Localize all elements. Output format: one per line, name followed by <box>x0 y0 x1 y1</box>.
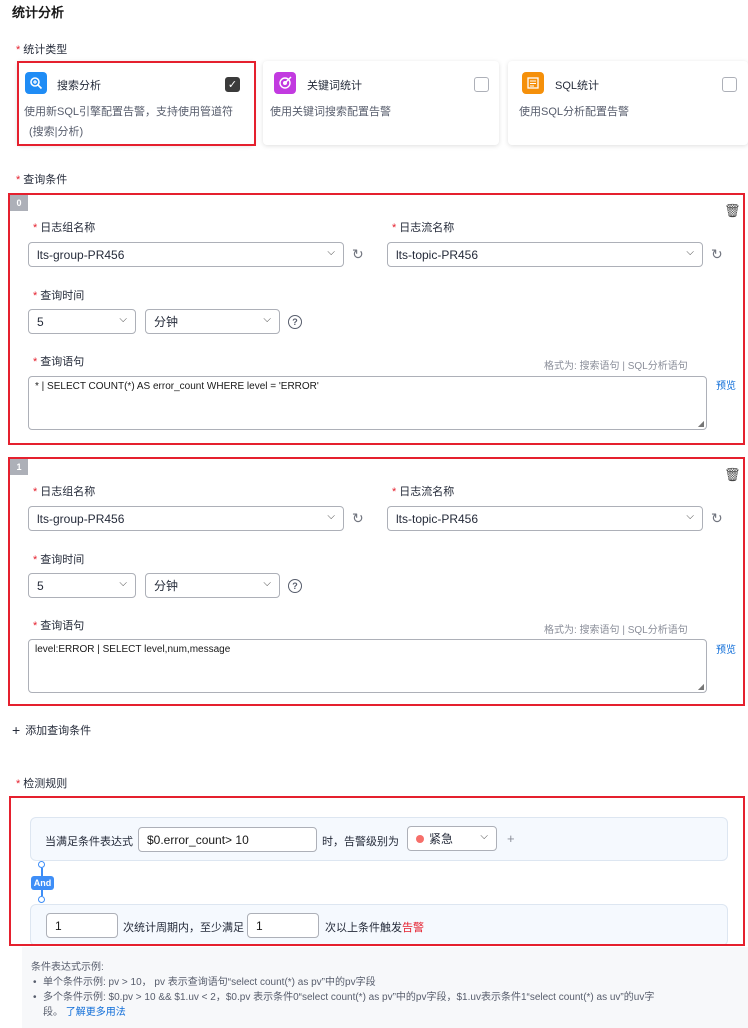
help-icon[interactable]: ? <box>288 579 302 593</box>
query-conditions-label: * 查询条件 <box>16 174 68 186</box>
card-title: SQL统计 <box>555 80 600 92</box>
log-stream-select[interactable]: lts-topic-PR456 ⌵ <box>387 506 703 531</box>
chevron-down-icon: ⌵ <box>327 511 335 522</box>
log-stream-label: * 日志流名称 <box>392 222 455 234</box>
refresh-icon[interactable]: ↻ <box>711 246 723 263</box>
examples-note: 条件表达式示例: 单个条件示例: pv > 10， pv 表示查询语句“sele… <box>31 960 731 1020</box>
chevron-down-icon: ⌵ <box>686 511 694 522</box>
log-stream-label: * 日志流名称 <box>392 486 455 498</box>
chevron-down-icon: ⌵ <box>263 314 271 325</box>
trash-icon[interactable]: 🗑 <box>724 203 741 219</box>
query-time-label: * 查询时间 <box>33 554 85 566</box>
plus-icon: + <box>12 722 21 738</box>
stat-card-keyword[interactable]: 关键词统计 使用关键词搜索配置告警 <box>263 61 499 145</box>
resize-grip-icon: ◢ <box>697 419 704 428</box>
resize-grip-icon: ◢ <box>697 682 704 691</box>
learn-more-link[interactable]: 了解更多用法 <box>66 1007 126 1018</box>
card-desc: 使用关键词搜索配置告警 <box>270 106 391 118</box>
log-group-select[interactable]: lts-group-PR456 ⌵ <box>28 242 344 267</box>
card-desc: 使用SQL分析配置告警 <box>519 106 630 118</box>
stat-card-sql[interactable]: SQL统计 使用SQL分析配置告警 <box>508 61 748 145</box>
highlight-box <box>17 61 256 146</box>
refresh-icon[interactable]: ↻ <box>711 510 723 527</box>
detection-rules-label: * 检测规则 <box>16 778 68 790</box>
chevron-down-icon: ⌵ <box>686 247 694 258</box>
query-statement-textarea[interactable]: level:ERROR | SELECT level,num,message ◢ <box>28 639 707 693</box>
log-stream-select[interactable]: lts-topic-PR456 ⌵ <box>387 242 703 267</box>
checkbox-unchecked-icon[interactable] <box>474 77 489 92</box>
chevron-down-icon: ⌵ <box>263 578 271 589</box>
query-time-value-select[interactable]: 5 ⌵ <box>28 573 136 598</box>
checkbox-unchecked-icon[interactable] <box>722 77 737 92</box>
query-time-unit-select[interactable]: 分钟 ⌵ <box>145 573 280 598</box>
query-statement-textarea[interactable]: * | SELECT COUNT(*) AS error_count WHERE… <box>28 376 707 430</box>
chevron-down-icon: ⌵ <box>327 247 335 258</box>
query-time-value-select[interactable]: 5 ⌵ <box>28 309 136 334</box>
query-time-label: * 查询时间 <box>33 290 85 302</box>
keyword-target-icon <box>274 72 296 94</box>
query-statement-label: * 查询语句 <box>33 620 85 632</box>
add-query-condition-button[interactable]: + 添加查询条件 <box>12 722 91 738</box>
stat-type-label: * 统计类型 <box>16 44 68 56</box>
help-icon[interactable]: ? <box>288 315 302 329</box>
multi-condition-example: 多个条件示例: $0.pv > 10 && $1.uv < 2，$0.pv 表示… <box>31 990 731 1020</box>
log-group-select[interactable]: lts-group-PR456 ⌵ <box>28 506 344 531</box>
chevron-down-icon: ⌵ <box>119 314 127 325</box>
sql-icon <box>522 72 544 94</box>
preview-link[interactable]: 预览 <box>716 641 736 656</box>
single-condition-example: 单个条件示例: pv > 10， pv 表示查询语句“select count(… <box>31 975 731 990</box>
preview-link[interactable]: 预览 <box>716 377 736 392</box>
refresh-icon[interactable]: ↻ <box>352 510 364 527</box>
examples-title: 条件表达式示例: <box>31 962 104 973</box>
chevron-down-icon: ⌵ <box>119 578 127 589</box>
log-group-label: * 日志组名称 <box>33 222 96 234</box>
format-hint: 格式为: 搜索语句 | SQL分析语句 <box>544 625 688 636</box>
card-title: 关键词统计 <box>307 80 362 92</box>
log-group-label: * 日志组名称 <box>33 486 96 498</box>
query-statement-label: * 查询语句 <box>33 356 85 368</box>
trash-icon[interactable]: 🗑 <box>724 467 741 483</box>
format-hint: 格式为: 搜索语句 | SQL分析语句 <box>544 361 688 372</box>
refresh-icon[interactable]: ↻ <box>352 246 364 263</box>
highlight-box <box>9 796 745 946</box>
query-time-unit-select[interactable]: 分钟 ⌵ <box>145 309 280 334</box>
page-title: 统计分析 <box>12 5 65 20</box>
